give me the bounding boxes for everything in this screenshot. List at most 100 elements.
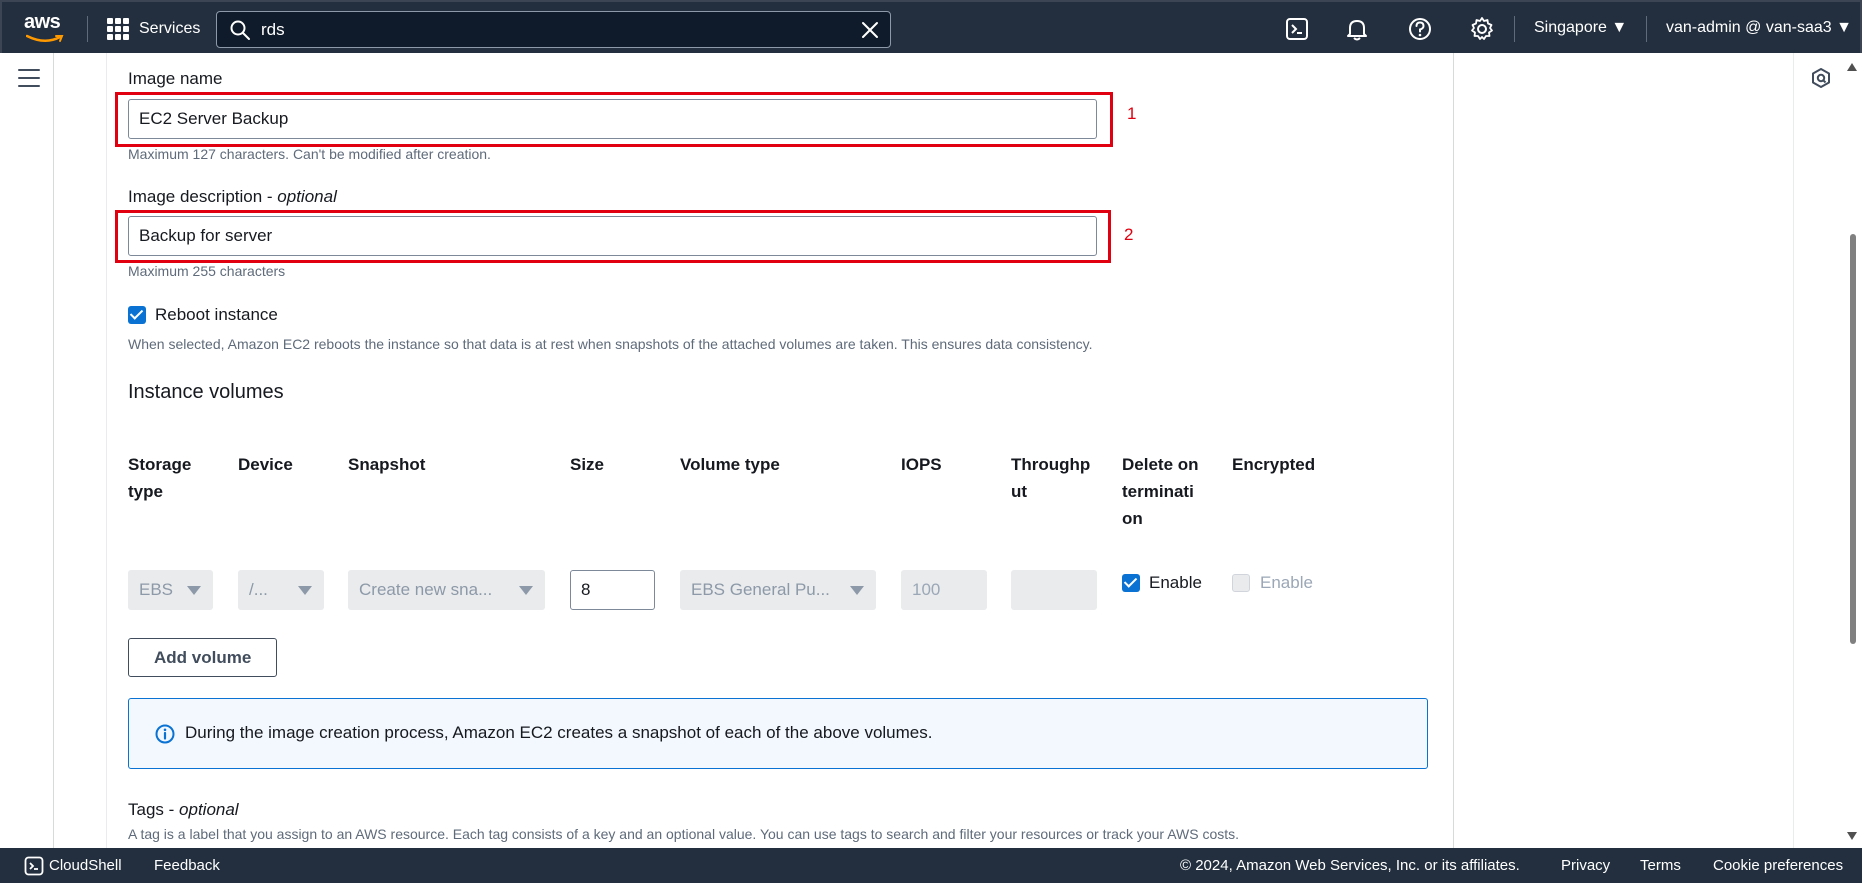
- volume-type-select: EBS General Pu...: [680, 570, 876, 610]
- annotation-number-2: 2: [1124, 225, 1134, 244]
- optional-text: optional: [179, 800, 239, 819]
- chevron-down-icon: [519, 586, 533, 595]
- storage-type-value: EBS: [139, 580, 174, 599]
- left-navigation-rail: [0, 53, 54, 848]
- privacy-link[interactable]: Privacy: [1561, 857, 1610, 874]
- annotation-number-1: 1: [1127, 104, 1137, 123]
- feedback-link[interactable]: Feedback: [154, 857, 220, 874]
- instance-volumes-title: Instance volumes: [128, 381, 284, 403]
- chevron-down-icon: [298, 586, 312, 595]
- volume-type-value: EBS General Pu...: [691, 580, 830, 599]
- col-iops: IOPS: [901, 451, 942, 478]
- amazon-q-icon[interactable]: [1810, 67, 1832, 89]
- col-storage-type: Storage type: [128, 451, 191, 505]
- cloudshell-icon[interactable]: [1284, 16, 1310, 42]
- tags-title-text: Tags -: [128, 800, 180, 819]
- search-icon: [230, 20, 250, 40]
- col-size-line: Size: [570, 455, 605, 474]
- device-select: /...: [238, 570, 324, 610]
- col-iops-line: IOPS: [901, 455, 942, 474]
- image-description-label: Image description - optional: [128, 187, 337, 207]
- storage-type-select: EBS: [128, 570, 213, 610]
- chevron-down-icon: [187, 586, 201, 595]
- services-button[interactable]: Services: [107, 16, 200, 42]
- col-encrypted-line: Encrypted: [1232, 455, 1316, 474]
- cloudshell-link[interactable]: CloudShell: [49, 857, 122, 874]
- help-icon[interactable]: [1407, 16, 1433, 42]
- add-volume-button[interactable]: Add volume: [128, 638, 278, 677]
- col-device-line: Device: [238, 455, 293, 474]
- menu-hamburger-icon[interactable]: [18, 69, 40, 87]
- col-throughput-line: Throughp: [1011, 455, 1091, 474]
- size-input[interactable]: [570, 570, 655, 610]
- aws-logo-text: aws: [24, 11, 61, 33]
- col-volume-type-line: Volume type: [680, 455, 780, 474]
- copyright-text: © 2024, Amazon Web Services, Inc. or its…: [1180, 857, 1520, 874]
- col-size: Size: [570, 451, 604, 478]
- device-value: /...: [249, 580, 268, 599]
- iops-input: 100: [901, 570, 987, 610]
- delete-on-termination-label[interactable]: Enable: [1149, 573, 1202, 593]
- chevron-down-icon: [850, 586, 864, 595]
- clear-search-icon[interactable]: [860, 20, 880, 40]
- scroll-down-arrow-icon[interactable]: [1847, 832, 1857, 840]
- image-name-input[interactable]: [128, 99, 1097, 139]
- snapshot-select: Create new sna...: [348, 570, 545, 610]
- col-delete-line: on: [1122, 509, 1143, 528]
- col-throughput-line: ut: [1011, 482, 1028, 501]
- cookie-preferences-link[interactable]: Cookie preferences: [1713, 857, 1843, 874]
- snapshot-value: Create new sna...: [359, 580, 493, 599]
- search-box[interactable]: [216, 11, 891, 48]
- search-input[interactable]: [261, 19, 841, 40]
- tags-help: A tag is a label that you assign to an A…: [128, 826, 1240, 842]
- col-snapshot: Snapshot: [348, 451, 425, 478]
- settings-gear-icon[interactable]: [1469, 16, 1495, 42]
- region-selector[interactable]: Singapore ▼: [1534, 19, 1627, 37]
- col-device: Device: [238, 451, 293, 478]
- aws-smile-icon: [26, 34, 64, 42]
- nav-divider: [1646, 16, 1647, 42]
- aws-logo[interactable]: aws: [24, 12, 72, 44]
- page-scrollbar[interactable]: [1843, 53, 1862, 848]
- image-name-help: Maximum 127 characters. Can't be modifie…: [128, 146, 491, 162]
- col-delete-line: Delete on: [1122, 455, 1199, 474]
- optional-text: optional: [277, 187, 337, 206]
- scroll-up-arrow-icon[interactable]: [1847, 63, 1857, 71]
- col-storage-type-line: type: [128, 482, 163, 501]
- col-delete-on-termination: Delete on terminati on: [1122, 451, 1199, 532]
- info-text: During the image creation process, Amazo…: [185, 723, 933, 742]
- cloudshell-footer-icon[interactable]: [24, 856, 44, 876]
- encrypted-checkbox: [1232, 574, 1250, 592]
- info-icon: [155, 724, 175, 744]
- nav-divider: [87, 16, 88, 42]
- throughput-input: [1011, 570, 1097, 610]
- info-alert: During the image creation process, Amazo…: [128, 698, 1428, 769]
- services-grid-icon: [107, 18, 129, 40]
- image-description-input[interactable]: [128, 216, 1097, 256]
- content-divider: [1453, 53, 1454, 848]
- col-delete-line: terminati: [1122, 482, 1194, 501]
- delete-on-termination-checkbox[interactable]: [1122, 574, 1140, 592]
- scroll-thumb[interactable]: [1850, 234, 1856, 644]
- right-utility-rail: [1793, 53, 1843, 848]
- image-name-label: Image name: [128, 69, 223, 88]
- top-navigation: aws Services rds Singapore ▼ van-admin @…: [0, 0, 1862, 53]
- encrypted-label: Enable: [1260, 573, 1313, 592]
- col-volume-type: Volume type: [680, 451, 780, 478]
- reboot-instance-checkbox[interactable]: [128, 306, 146, 324]
- account-menu[interactable]: van-admin @ van-saa3 ▼: [1666, 19, 1852, 37]
- col-throughput: Throughp ut: [1011, 451, 1090, 505]
- col-encrypted: Encrypted: [1232, 451, 1315, 478]
- reboot-instance-label[interactable]: Reboot instance: [155, 305, 278, 325]
- notifications-bell-icon[interactable]: [1344, 16, 1370, 42]
- footer: CloudShell Feedback © 2024, Amazon Web S…: [0, 848, 1862, 883]
- tags-title: Tags - optional: [128, 800, 239, 820]
- nav-divider: [1514, 16, 1515, 42]
- image-description-help: Maximum 255 characters: [128, 263, 286, 279]
- col-storage-type-line: Storage: [128, 455, 192, 474]
- services-label: Services: [139, 20, 201, 37]
- image-description-label-text: Image description -: [128, 187, 278, 206]
- reboot-instance-help: When selected, Amazon EC2 reboots the in…: [128, 336, 1093, 352]
- terms-link[interactable]: Terms: [1640, 857, 1681, 874]
- col-snapshot-line: Snapshot: [348, 455, 426, 474]
